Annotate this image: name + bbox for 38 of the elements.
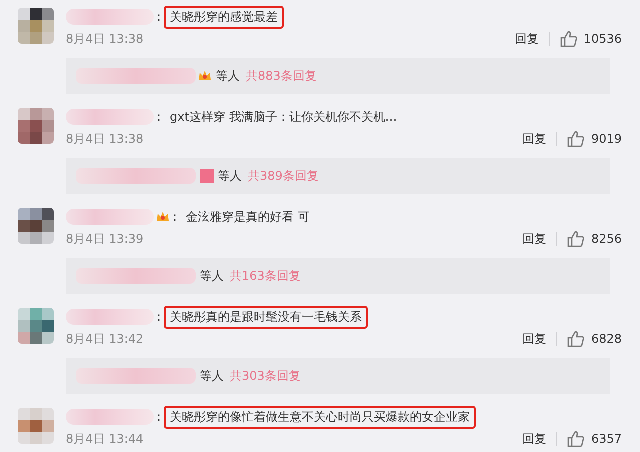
thumbs-up-icon[interactable] <box>567 230 586 248</box>
comment-text: 关晓彤穿的感觉最差 <box>164 6 284 28</box>
reply-users-text: 等人 <box>216 68 240 84</box>
like-count: 6828 <box>591 332 622 346</box>
reply-link[interactable]: 回复 <box>522 330 546 348</box>
comment-date: 8月4日 13:38 <box>66 130 145 148</box>
reply-users-text: 等人 <box>200 368 224 384</box>
separator: : <box>157 310 162 324</box>
like-count: 8256 <box>591 232 622 246</box>
reply-users-text: 等人 <box>200 268 224 284</box>
like-count: 10536 <box>584 32 622 46</box>
comment-text: 金泫雅穿是真的好看 可 <box>185 208 311 226</box>
avatar[interactable] <box>18 208 54 244</box>
reply-link[interactable]: 回复 <box>522 230 546 248</box>
thumbs-up-icon[interactable] <box>560 30 578 48</box>
comment-text: gxt这样穿 我满脑子：让你关机你不关机… <box>169 108 398 126</box>
separator: : <box>157 10 162 24</box>
like-count: 9019 <box>591 132 622 146</box>
comment-date: 8月4日 13:44 <box>66 430 145 448</box>
reply-link[interactable]: 回复 <box>522 130 546 148</box>
avatar[interactable] <box>18 108 54 144</box>
thumbs-up-icon[interactable] <box>567 130 586 148</box>
reply-link[interactable]: 回复 <box>522 430 546 448</box>
comment-date: 8月4日 13:38 <box>66 30 145 48</box>
comment-text: 关晓彤穿的像忙着做生意不关心时尚只买爆款的女企业家 <box>164 406 476 428</box>
comment-date: 8月4日 13:39 <box>66 230 145 248</box>
like-count: 6357 <box>591 432 622 446</box>
avatar[interactable] <box>18 308 54 344</box>
thumbs-up-icon[interactable] <box>567 430 586 448</box>
comment-text: 关晓彤真的是跟时髦没有一毛钱关系 <box>164 306 368 328</box>
separator: : <box>157 110 162 124</box>
separator: : <box>173 210 178 224</box>
thumbs-up-icon[interactable] <box>567 330 586 348</box>
reply-users-text: 等人 <box>218 168 242 184</box>
avatar[interactable] <box>18 8 54 44</box>
comment-date: 8月4日 13:42 <box>66 330 145 348</box>
separator: : <box>157 410 162 424</box>
reply-link[interactable]: 回复 <box>514 30 539 48</box>
